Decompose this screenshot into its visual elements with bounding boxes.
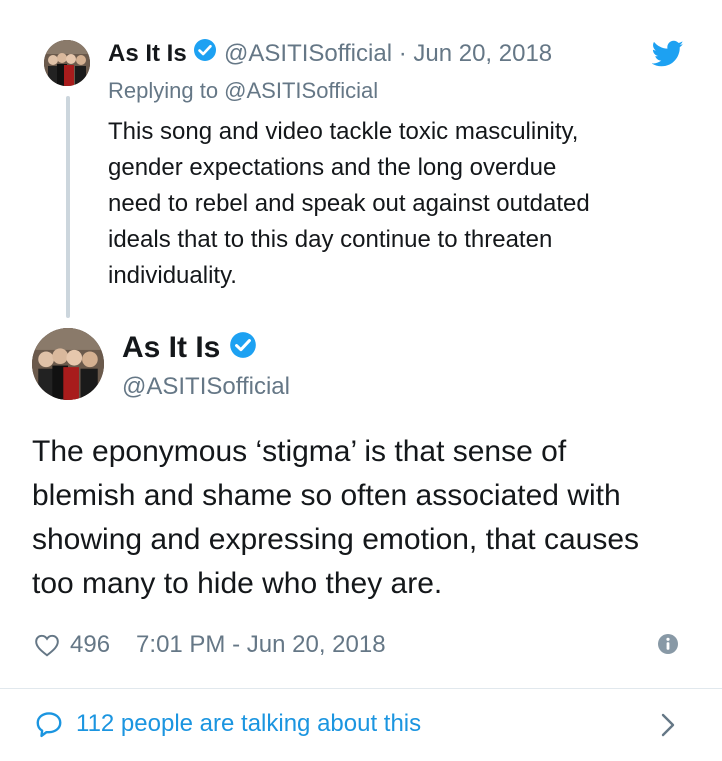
main-text-line: showing and expressing emotion, that cau… [32,523,640,556]
reply-text-line: ideals that to this day continue to thre… [108,226,553,253]
tweet-meta-row: 496 7:01 PM - Jun 20, 2018 [34,630,386,660]
main-avatar[interactable] [32,328,104,400]
main-author-row: As It Is [122,330,257,368]
footer-divider [0,688,722,689]
main-text-line: too many to hide who they are. [32,567,443,600]
replying-to-label[interactable]: Replying to @ASITISofficial [108,76,378,106]
reply-text-line: gender expectations and the long overdue [108,154,557,181]
thread-connector [66,96,70,318]
tweet-timestamp[interactable]: 7:01 PM - Jun 20, 2018 [136,630,386,660]
reply-avatar[interactable] [44,40,90,86]
like-count: 496 [70,631,111,658]
avatar-photo [44,40,90,86]
conversation-link[interactable]: 112 people are talking about this [34,706,421,742]
main-handle[interactable]: @ASITISofficial [122,372,290,402]
heart-icon [35,634,59,657]
reply-header: As It Is @ASITISofficial · Jun 20, 2018 [108,38,668,70]
reply-author-name[interactable]: As It Is [108,40,187,67]
twitter-bird-icon[interactable] [651,40,684,68]
main-tweet-text: The eponymous ‘stigma’ is that sense of … [32,430,702,606]
avatar-photo [32,328,104,400]
reply-text-line: This song and video tackle toxic masculi… [108,118,579,145]
speech-bubble-icon [36,712,62,738]
main-text-line: The eponymous ‘stigma’ is that sense of [32,435,567,468]
reply-handle-date[interactable]: @ASITISofficial · Jun 20, 2018 [224,40,552,67]
main-author-name[interactable]: As It Is [122,331,220,364]
like-button[interactable]: 496 [34,630,110,660]
reply-tweet-text: This song and video tackle toxic masculi… [108,114,698,294]
reply-text-line: need to rebel and speak out against outd… [108,190,590,217]
main-text-line: blemish and shame so often associated wi… [32,479,621,512]
verified-badge-icon [193,38,217,71]
reply-text-line: individuality. [108,262,237,289]
talking-about-text[interactable]: 112 people are talking about this [76,706,421,742]
info-icon[interactable] [657,633,679,655]
verified-badge-icon [229,331,257,368]
chevron-right-icon[interactable] [660,712,676,738]
